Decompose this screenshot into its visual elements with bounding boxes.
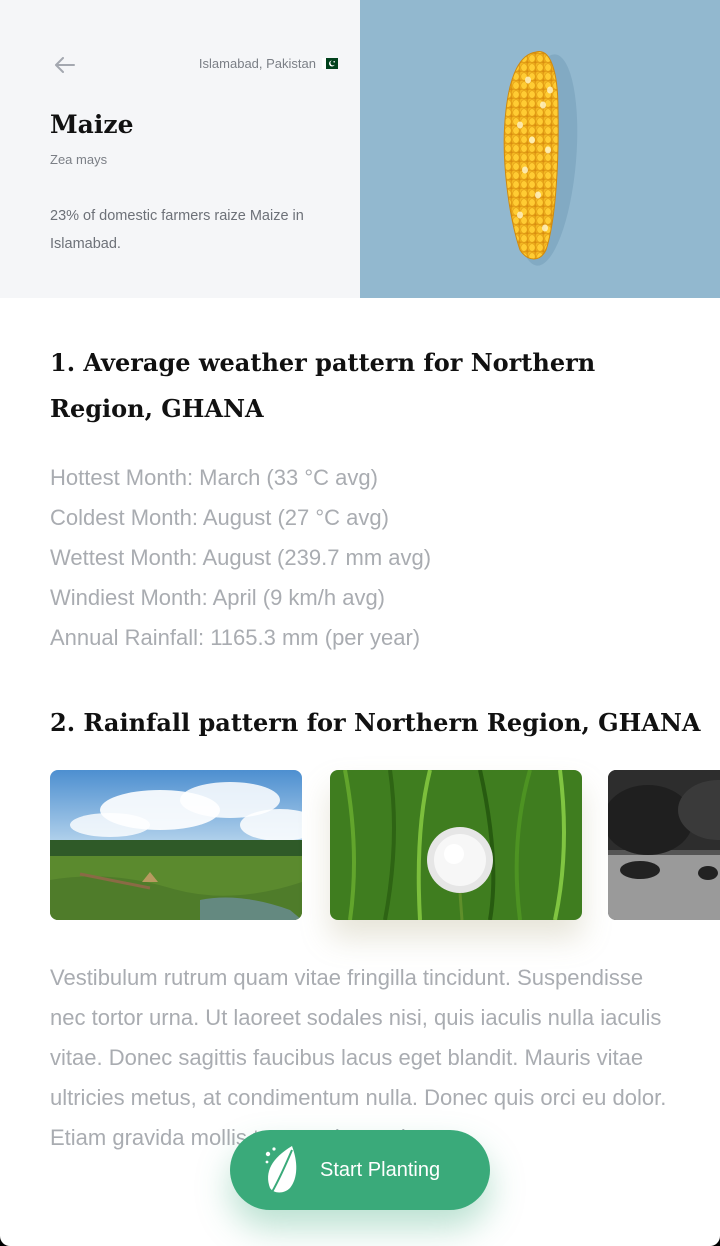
arrow-left-icon xyxy=(55,57,75,73)
leaf-icon xyxy=(265,1146,297,1193)
corn-cob-image xyxy=(503,51,578,266)
crop-info-panel: Islamabad, Pakistan Maize Zea mays 23% o… xyxy=(0,0,360,298)
weather-stat-hottest: Hottest Month: March (33 °C avg) xyxy=(50,465,378,490)
pakistan-flag-icon xyxy=(322,58,338,69)
weather-stat-annual-rainfall: Annual Rainfall: 1165.3 mm (per year) xyxy=(50,625,421,650)
location-text: Islamabad, Pakistan xyxy=(198,56,316,71)
weather-section-title: 1. Average weather pattern for Northern … xyxy=(50,348,596,423)
wetland-landscape-photo[interactable] xyxy=(50,770,302,920)
weather-stats-list: Hottest Month: March (33 °C avg) Coldest… xyxy=(50,458,431,658)
start-planting-button[interactable]: Start Planting xyxy=(230,1130,490,1210)
weather-stat-wettest: Wettest Month: August (239.7 mm avg) xyxy=(50,545,432,570)
crop-image-panel xyxy=(360,0,720,298)
dandelion-in-grass-photo[interactable] xyxy=(330,770,582,920)
start-planting-label: Start Planting xyxy=(320,1159,441,1181)
rainfall-section-title: 2. Rainfall pattern for Northern Region,… xyxy=(50,708,701,737)
crop-scientific-name: Zea mays xyxy=(50,152,108,167)
crop-description: 23% of domestic farmers raize Maize in I… xyxy=(50,208,304,252)
crop-detail-page: Islamabad, Pakistan Maize Zea mays 23% o… xyxy=(0,0,720,1246)
grazing-cattle-bw-photo[interactable] xyxy=(608,770,720,920)
crop-header: Islamabad, Pakistan Maize Zea mays 23% o… xyxy=(0,0,720,298)
back-button[interactable] xyxy=(50,52,80,78)
rainfall-photo-gallery[interactable] xyxy=(0,770,720,920)
weather-stat-windiest: Windiest Month: April (9 km/h avg) xyxy=(50,585,386,610)
rainfall-description: Vestibulum rutrum quam vitae fringilla t… xyxy=(50,965,667,1150)
weather-stat-coldest: Coldest Month: August (27 °C avg) xyxy=(50,505,389,530)
location-label: Islamabad, Pakistan xyxy=(199,56,338,71)
crop-name: Maize xyxy=(50,110,134,139)
